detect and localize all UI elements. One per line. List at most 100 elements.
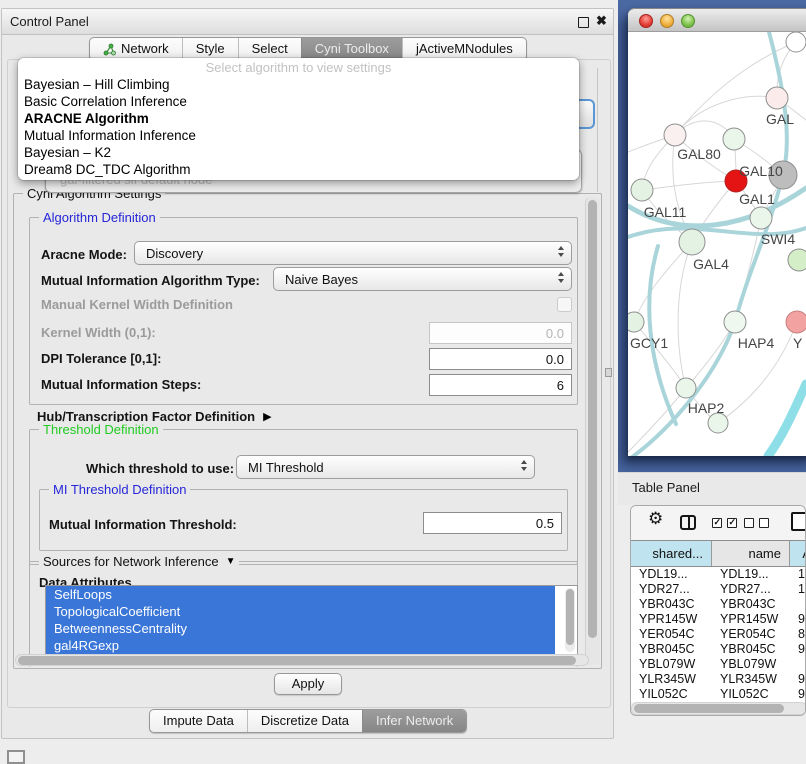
network-node-hap4[interactable] [724,311,746,333]
which-threshold-label: Which threshold to use: [86,461,234,476]
algorithm-option[interactable]: ARACNE Algorithm [18,110,579,127]
close-traffic-light[interactable] [639,14,653,28]
table-horizontal-scrollbar[interactable] [631,702,806,715]
network-canvas[interactable]: GALGAL80GAL10GAL1GAL11SWI4GAL4GCY1HAP4YH… [628,32,806,456]
network-node-gal4[interactable] [679,229,705,255]
network-view-window[interactable]: GALGAL80GAL10GAL1GAL11SWI4GAL4GCY1HAP4YH… [628,8,806,456]
network-node-gal[interactable] [766,87,788,109]
sources-legend: Sources for Network Inference [43,554,219,569]
table-hscroll-thumb[interactable] [634,704,784,713]
algorithm-option[interactable]: Bayesian – K2 [18,144,579,161]
table-row[interactable]: YIL052CYIL052C9. [631,687,805,702]
table-cell: YDL19... [720,567,790,582]
table-row[interactable]: YER054CYER054C8. [631,627,805,642]
tab-style[interactable]: Style [182,38,238,60]
table-row[interactable]: YBR043CYBR043C [631,597,805,612]
network-node-swi4[interactable] [750,207,772,229]
dpi-tolerance-input[interactable] [429,348,572,370]
node-table: shared...nameA YDL19...YDL19...13YDR27..… [631,540,805,702]
document-icon[interactable] [791,512,806,531]
column-header-name[interactable]: name [712,541,790,566]
data-attribute-item[interactable]: TopologicalCoefficient [46,603,555,620]
check-all-icon[interactable] [712,518,722,528]
column-header-shared[interactable]: shared... [631,541,712,566]
tab-cyni-toolbox[interactable]: Cyni Toolbox [301,38,402,60]
network-node[interactable] [786,32,806,52]
float-window-icon[interactable] [578,17,589,28]
settings-gear-icon[interactable]: ⚙ [648,511,663,528]
algorithm-option[interactable]: Mutual Information Inference [18,127,579,144]
data-attribute-item[interactable]: SelfLoops [46,586,555,603]
data-attributes-list[interactable]: SelfLoopsTopologicalCoefficientBetweenne… [45,585,578,655]
uncheck-all-icon[interactable] [759,518,769,528]
close-window-icon[interactable]: ✖ [596,13,607,29]
aracne-mode-value: Discovery [146,246,203,261]
mi-steps-input[interactable] [429,374,572,396]
kernel-width-input[interactable] [429,322,572,344]
network-node[interactable] [788,249,806,271]
network-edge[interactable] [634,242,692,322]
mi-type-value: Naive Bayes [285,272,358,287]
algorithm-option[interactable]: Dream8 DC_TDC Algorithm [18,161,579,178]
data-attribute-item[interactable]: BetweennessCentrality [46,620,555,637]
aracne-mode-combo[interactable]: Discovery [134,241,572,265]
settings-horizontal-scrollbar[interactable] [15,654,589,666]
data-attribute-item[interactable]: gal4RGexp [46,637,555,654]
network-edge[interactable] [628,388,686,452]
node-label: GAL [766,111,794,127]
tab-select[interactable]: Select [238,38,301,60]
network-edge[interactable] [768,384,806,456]
tab-impute-data[interactable]: Impute Data [150,710,247,732]
network-node-gcy1[interactable] [628,312,644,332]
table-row[interactable]: YLR345WYLR345W9. [631,672,805,687]
kernel-width-label: Kernel Width (0,1): [41,325,156,340]
node-label: Y [793,335,803,351]
network-edge[interactable] [642,181,736,190]
algorithm-option[interactable]: Bayesian – Hill Climbing [18,76,579,93]
minimize-traffic-light[interactable] [660,14,674,28]
network-window-titlebar[interactable] [628,8,806,32]
panel-splitter-handle[interactable] [605,368,612,377]
table-cell: YBR043C [639,597,712,612]
mi-threshold-input[interactable] [423,512,562,534]
table-row[interactable]: YPR145WYPR145W9. [631,612,805,627]
uncheck-all-icon[interactable] [744,518,754,528]
network-edge[interactable] [678,242,692,388]
network-edge[interactable] [686,322,735,388]
network-node-y[interactable] [786,311,806,333]
settings-hscroll-thumb[interactable] [18,656,576,665]
network-node[interactable] [708,413,728,433]
apply-button[interactable]: Apply [274,673,342,695]
network-node-hap2[interactable] [676,378,696,398]
zoom-traffic-light[interactable] [681,14,695,28]
network-node-gal80[interactable] [664,124,686,146]
check-all-icon[interactable] [727,518,737,528]
table-row[interactable]: YDL19...YDL19...13 [631,567,805,582]
mi-type-combo[interactable]: Naive Bayes [273,267,572,291]
combo-arrows-icon [521,460,527,471]
tab-network[interactable]: Network [90,38,182,60]
node-label: SWI4 [761,231,795,247]
collapsed-arrow-icon: ▶ [263,410,271,423]
table-row[interactable]: YBL079WYBL079W [631,657,805,672]
attr-list-scroll-thumb[interactable] [566,589,574,645]
node-label: GAL11 [644,204,687,220]
column-layout-icon[interactable] [680,515,696,530]
tab-infer-network[interactable]: Infer Network [362,710,466,732]
sources-legend-row[interactable]: Sources for Network Inference ▼ [39,554,239,569]
attr-list-scrollbar[interactable] [565,588,575,652]
manual-kernel-checkbox[interactable] [557,297,572,312]
settings-vscroll-thumb[interactable] [588,200,597,638]
column-header-a[interactable]: A [790,541,806,566]
table-row[interactable]: YBR045CYBR045C9. [631,642,805,657]
table-cell: 12 [798,582,806,597]
tab-label: Cyni Toolbox [315,41,389,57]
network-node-gal11[interactable] [631,179,653,201]
tab-discretize-data[interactable]: Discretize Data [247,710,362,732]
which-threshold-combo[interactable]: MI Threshold [236,455,535,479]
network-node-gal10[interactable] [723,128,745,150]
settings-vertical-scrollbar[interactable] [585,197,600,665]
algorithm-option[interactable]: Basic Correlation Inference [18,93,579,110]
tab-jactivemnodules[interactable]: jActiveMNodules [402,38,526,60]
table-row[interactable]: YDR27...YDR27...12 [631,582,805,597]
